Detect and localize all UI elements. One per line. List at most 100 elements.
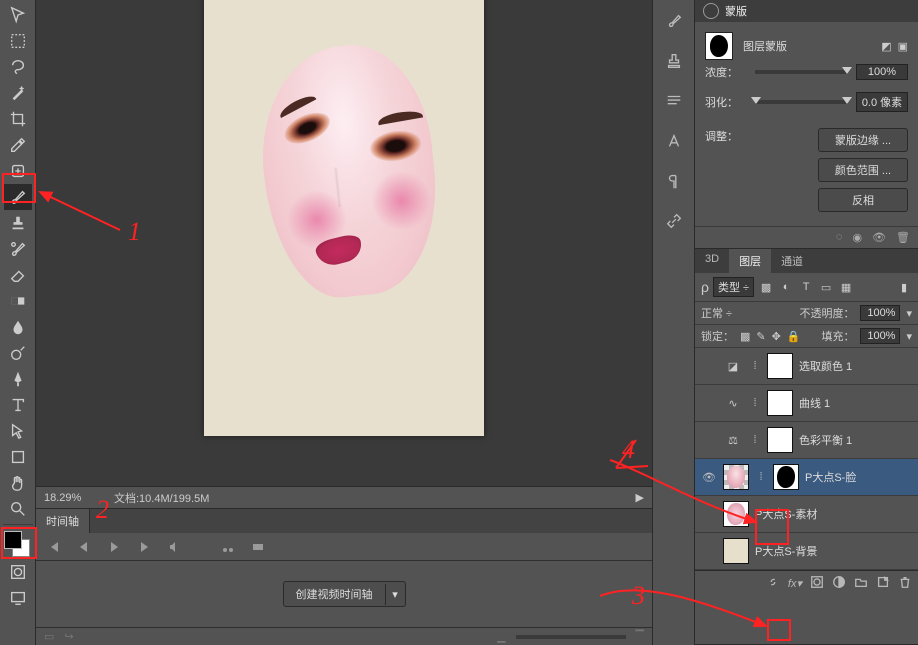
shape-tool[interactable] <box>4 444 32 470</box>
play-button[interactable] <box>102 537 126 557</box>
foreground-color-swatch[interactable] <box>4 531 22 549</box>
lasso-tool[interactable] <box>4 54 32 80</box>
layer-name[interactable]: P大点S-素材 <box>755 506 817 522</box>
lock-transparent-icon[interactable]: ▩ <box>740 330 750 343</box>
fx-icon[interactable]: fx▾ <box>788 577 802 590</box>
create-timeline-dropdown[interactable]: ▾ <box>385 584 405 605</box>
layer-thumb[interactable] <box>723 501 749 527</box>
character-icon[interactable] <box>663 130 685 152</box>
dodge-tool[interactable] <box>4 340 32 366</box>
blend-mode-select[interactable]: 正常 ÷ <box>701 305 785 321</box>
hand-tool[interactable] <box>4 470 32 496</box>
eyedropper-tool[interactable] <box>4 132 32 158</box>
filter-type-icon[interactable]: T <box>798 279 814 295</box>
next-frame-button[interactable] <box>132 537 156 557</box>
lock-all-icon[interactable]: 🔒 <box>787 330 801 343</box>
adjustment-layer-icon[interactable] <box>832 575 846 592</box>
density-slider[interactable] <box>755 70 848 74</box>
eraser-tool[interactable] <box>4 262 32 288</box>
pixel-mask-icon[interactable]: ◩ <box>881 40 891 53</box>
zoom-level[interactable]: 18.29% <box>44 492 100 504</box>
mask-thumbnail[interactable] <box>705 32 733 60</box>
layer-thumb[interactable] <box>723 538 749 564</box>
brush-presets-icon[interactable] <box>663 10 685 32</box>
color-swatches[interactable] <box>4 531 32 559</box>
timeline-zoom-slider[interactable] <box>516 635 626 639</box>
fill-value[interactable]: 100% <box>860 328 900 344</box>
layer-mask-thumb[interactable] <box>773 464 799 490</box>
first-frame-button[interactable] <box>42 537 66 557</box>
status-arrow-icon[interactable]: ▶ <box>636 491 644 504</box>
split-clip-button[interactable] <box>216 537 240 557</box>
filter-shape-icon[interactable]: ▭ <box>818 279 834 295</box>
tab-3d[interactable]: 3D <box>695 249 729 273</box>
filter-smart-icon[interactable]: ▦ <box>838 279 854 295</box>
transition-button[interactable] <box>246 537 270 557</box>
invert-button[interactable]: 反相 <box>818 188 908 212</box>
magic-wand-tool[interactable] <box>4 80 32 106</box>
layer-thumb[interactable] <box>723 464 749 490</box>
group-icon[interactable] <box>854 575 868 592</box>
marquee-tool[interactable] <box>4 28 32 54</box>
filter-type-select[interactable]: 类型 ÷ <box>713 277 754 297</box>
color-range-button[interactable]: 颜色范围 ... <box>818 158 908 182</box>
history-brush-tool[interactable] <box>4 236 32 262</box>
layer-name[interactable]: P大点S-脸 <box>805 469 856 485</box>
screen-mode-toggle[interactable] <box>4 585 32 611</box>
pen-tool[interactable] <box>4 366 32 392</box>
apply-mask-icon[interactable]: ◉ <box>852 231 862 244</box>
timeline-footer-left-icon[interactable]: ▭ <box>44 630 54 643</box>
link-layers-icon[interactable] <box>766 575 780 592</box>
quick-mask-toggle[interactable] <box>4 559 32 585</box>
layer-row[interactable]: ⚖ ⁞ 色彩平衡 1 <box>695 422 918 459</box>
audio-mute-button[interactable] <box>162 537 186 557</box>
layer-name[interactable]: 色彩平衡 1 <box>799 432 852 448</box>
paragraph-style-icon[interactable] <box>663 170 685 192</box>
timeline-footer-arrow-icon[interactable]: ↪ <box>64 630 73 643</box>
tab-channels[interactable]: 通道 <box>771 249 813 273</box>
density-value[interactable]: 100% <box>856 64 908 80</box>
toggle-mask-icon[interactable]: 👁 <box>872 231 886 244</box>
delete-mask-icon[interactable]: 🗑 <box>896 231 910 244</box>
layer-name[interactable]: 曲线 1 <box>799 395 830 411</box>
gradient-tool[interactable] <box>4 288 32 314</box>
layer-row[interactable]: 👁 ⁞ P大点S-脸 <box>695 459 918 496</box>
prev-frame-button[interactable] <box>72 537 96 557</box>
zoom-tool[interactable] <box>4 496 32 522</box>
filter-pixel-icon[interactable]: ▩ <box>758 279 774 295</box>
layer-name[interactable]: P大点S-背景 <box>755 543 817 559</box>
layer-mask-thumb[interactable] <box>767 353 793 379</box>
feather-slider[interactable] <box>755 100 848 104</box>
new-layer-icon[interactable] <box>876 575 890 592</box>
layer-name[interactable]: 选取颜色 1 <box>799 358 852 374</box>
mask-edge-button[interactable]: 蒙版边缘 ... <box>818 128 908 152</box>
filter-adjust-icon[interactable]: ◐ <box>778 279 794 295</box>
layer-mask-thumb[interactable] <box>767 427 793 453</box>
feather-value[interactable]: 0.0 像素 <box>856 92 908 112</box>
move-tool[interactable] <box>4 2 32 28</box>
layer-mask-thumb[interactable] <box>767 390 793 416</box>
paragraph-icon[interactable] <box>663 90 685 112</box>
add-mask-icon[interactable] <box>810 575 824 592</box>
healing-brush-tool[interactable] <box>4 158 32 184</box>
load-selection-icon[interactable]: ◌ <box>836 231 843 244</box>
blur-tool[interactable] <box>4 314 32 340</box>
lock-pixels-icon[interactable]: ✎ <box>756 330 765 343</box>
tab-layers[interactable]: 图层 <box>729 249 771 273</box>
visibility-toggle[interactable]: 👁 <box>701 471 717 484</box>
opacity-value[interactable]: 100% <box>860 305 900 321</box>
layer-row[interactable]: P大点S-素材 <box>695 496 918 533</box>
canvas-area[interactable] <box>36 0 652 486</box>
timeline-zoom-out-icon[interactable]: ▁ <box>497 630 505 643</box>
filter-toggle[interactable]: ▮ <box>896 279 912 295</box>
clone-source-icon[interactable] <box>663 50 685 72</box>
type-tool[interactable] <box>4 392 32 418</box>
delete-layer-icon[interactable] <box>898 575 912 592</box>
timeline-tab[interactable]: 时间轴 <box>36 509 90 533</box>
create-video-timeline-button[interactable]: 创建视频时间轴 ▾ <box>283 581 406 607</box>
lock-position-icon[interactable]: ✥ <box>772 330 781 343</box>
vector-mask-icon[interactable]: ▣ <box>898 40 908 53</box>
document-info[interactable]: 文档:10.4M/199.5M <box>114 490 622 506</box>
layer-row[interactable]: ◪ ⁞ 选取颜色 1 <box>695 348 918 385</box>
layer-row[interactable]: ∿ ⁞ 曲线 1 <box>695 385 918 422</box>
